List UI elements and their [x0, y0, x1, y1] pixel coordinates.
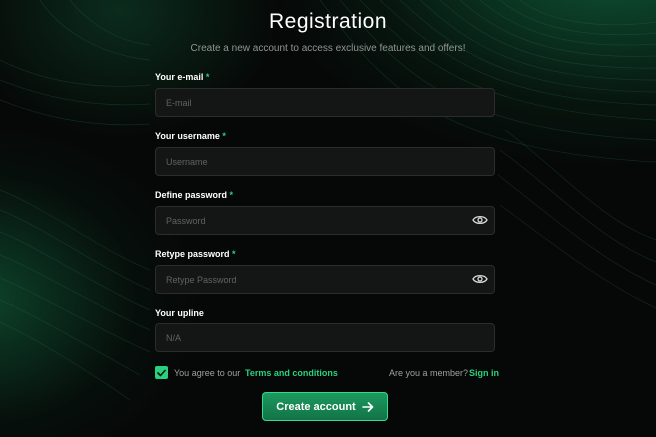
create-account-label: Create account [276, 400, 356, 413]
password-label-text: Define password [155, 190, 228, 200]
email-label-text: Your e-mail [155, 72, 204, 82]
upline-label: Your upline [155, 308, 204, 318]
username-field[interactable] [155, 147, 495, 176]
email-label: Your e-mail * [155, 72, 209, 82]
password-field[interactable] [155, 206, 495, 235]
create-account-button[interactable]: Create account [262, 392, 388, 421]
terms-checkbox[interactable] [155, 366, 168, 379]
email-field[interactable] [155, 88, 495, 117]
page-subtitle: Create a new account to access exclusive… [190, 43, 466, 54]
agreement-text: You agree to our [174, 368, 241, 378]
retype-password-label: Retype password * [155, 249, 236, 259]
upline-label-text: Your upline [155, 308, 204, 318]
checkmark-icon [157, 369, 166, 376]
eye-icon[interactable] [472, 214, 488, 226]
username-label: Your username * [155, 131, 226, 141]
member-prompt: Are you a member? [389, 368, 469, 378]
retype-password-field[interactable] [155, 265, 495, 294]
required-mark: * [205, 72, 210, 82]
page-title: Registration [268, 10, 388, 33]
sign-in-link[interactable]: Sign in [469, 368, 499, 378]
password-label: Define password * [155, 190, 233, 200]
required-mark: * [229, 190, 234, 200]
required-mark: * [222, 131, 226, 141]
retype-password-label-text: Retype password [155, 249, 230, 259]
upline-field[interactable] [155, 323, 495, 352]
arrow-right-icon [361, 401, 374, 412]
required-mark: * [232, 249, 236, 259]
registration-page: Registration Create a new account to acc… [0, 0, 656, 437]
username-label-text: Your username [155, 131, 220, 141]
eye-icon[interactable] [472, 273, 488, 285]
terms-link[interactable]: Terms and conditions [245, 368, 338, 378]
